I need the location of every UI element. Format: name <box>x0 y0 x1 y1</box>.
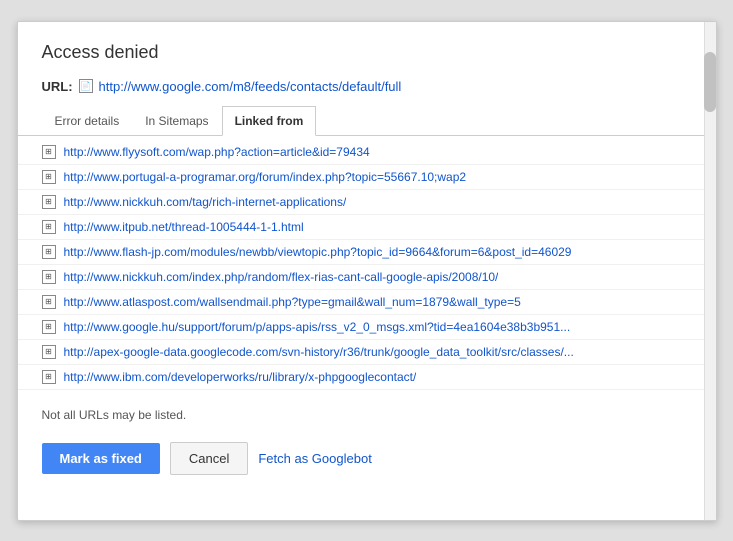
list-item: ⊞ http://www.nickkuh.com/tag/rich-interne… <box>18 190 716 215</box>
dialog-title: Access denied <box>18 22 716 75</box>
link-page-icon: ⊞ <box>42 345 56 359</box>
link-page-icon: ⊞ <box>42 320 56 334</box>
link-list: ⊞ http://www.flyysoft.com/wap.php?action=… <box>18 136 716 394</box>
list-item: ⊞ http://www.flyysoft.com/wap.php?action=… <box>18 140 716 165</box>
link-page-icon: ⊞ <box>42 145 56 159</box>
link-page-icon: ⊞ <box>42 220 56 234</box>
linked-url[interactable]: http://www.ibm.com/developerworks/ru/lib… <box>64 370 417 384</box>
tab-error-details[interactable]: Error details <box>42 106 133 136</box>
link-page-icon: ⊞ <box>42 370 56 384</box>
list-item: ⊞ http://www.flash-jp.com/modules/newbb/v… <box>18 240 716 265</box>
linked-url[interactable]: http://apex-google-data.googlecode.com/s… <box>64 345 574 359</box>
access-denied-dialog: Access denied URL: 📄 http://www.google.c… <box>17 21 717 521</box>
dialog-footer: Mark as fixed Cancel Fetch as Googlebot <box>18 426 716 483</box>
link-page-icon: ⊞ <box>42 245 56 259</box>
linked-url[interactable]: http://www.google.hu/support/forum/p/app… <box>64 320 571 334</box>
scrollbar-track[interactable] <box>704 22 716 520</box>
link-page-icon: ⊞ <box>42 270 56 284</box>
list-item: ⊞ http://apex-google-data.googlecode.com/… <box>18 340 716 365</box>
fetch-as-googlebot-link[interactable]: Fetch as Googlebot <box>258 443 371 474</box>
linked-url[interactable]: http://www.itpub.net/thread-1005444-1-1.… <box>64 220 304 234</box>
url-note: Not all URLs may be listed. <box>18 394 716 426</box>
link-page-icon: ⊞ <box>42 170 56 184</box>
url-link[interactable]: http://www.google.com/m8/feeds/contacts/… <box>99 79 402 94</box>
list-item: ⊞ http://www.google.hu/support/forum/p/ap… <box>18 315 716 340</box>
list-item: ⊞ http://www.atlaspost.com/wallsendmail.p… <box>18 290 716 315</box>
tabs-bar: Error details In Sitemaps Linked from <box>18 106 716 136</box>
link-page-icon: ⊞ <box>42 295 56 309</box>
linked-url[interactable]: http://www.flyysoft.com/wap.php?action=a… <box>64 145 370 159</box>
mark-as-fixed-button[interactable]: Mark as fixed <box>42 443 160 474</box>
linked-url[interactable]: http://www.flash-jp.com/modules/newbb/vi… <box>64 245 572 259</box>
cancel-button[interactable]: Cancel <box>170 442 248 475</box>
tab-in-sitemaps[interactable]: In Sitemaps <box>132 106 221 136</box>
linked-url[interactable]: http://www.nickkuh.com/tag/rich-internet… <box>64 195 347 209</box>
linked-url[interactable]: http://www.atlaspost.com/wallsendmail.ph… <box>64 295 521 309</box>
tab-linked-from[interactable]: Linked from <box>222 106 317 136</box>
link-page-icon: ⊞ <box>42 195 56 209</box>
url-page-icon: 📄 <box>79 79 93 93</box>
scrollbar-thumb[interactable] <box>704 52 716 112</box>
url-row: URL: 📄 http://www.google.com/m8/feeds/co… <box>18 75 716 106</box>
list-item: ⊞ http://www.portugal-a-programar.org/for… <box>18 165 716 190</box>
linked-url[interactable]: http://www.nickkuh.com/index.php/random/… <box>64 270 499 284</box>
linked-url[interactable]: http://www.portugal-a-programar.org/foru… <box>64 170 467 184</box>
url-label: URL: <box>42 79 73 94</box>
list-item: ⊞ http://www.ibm.com/developerworks/ru/li… <box>18 365 716 390</box>
list-item: ⊞ http://www.nickkuh.com/index.php/random… <box>18 265 716 290</box>
list-item: ⊞ http://www.itpub.net/thread-1005444-1-1… <box>18 215 716 240</box>
